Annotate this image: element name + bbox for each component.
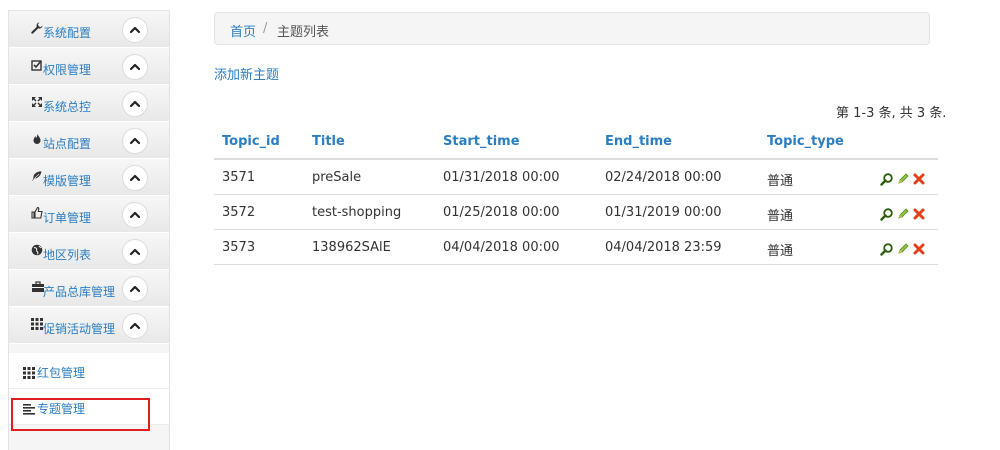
breadcrumb-current: 主题列表 [277, 25, 330, 40]
chevron-up-icon[interactable] [122, 313, 148, 339]
sidebar-item-label: 权限管理 [43, 63, 92, 77]
sidebar-submenu: 红包管理 专题管理 [9, 353, 169, 425]
topic-table: Topic_id Title Start_time End_time Topic… [214, 124, 938, 265]
column-header-topic-id[interactable]: Topic_id [222, 134, 280, 149]
breadcrumb-separator: / [263, 21, 268, 36]
column-header-title[interactable]: Title [312, 134, 345, 149]
table-row: 3572 test-shopping 01/25/2018 00:00 01/31/2… [214, 195, 938, 230]
cell-title: preSale [312, 170, 362, 185]
add-topic-link[interactable]: 添加新主题 [214, 64, 279, 83]
table-header-row: Topic_id Title Start_time End_time Topic… [214, 124, 938, 160]
fullscreen-icon [31, 96, 43, 108]
chevron-up-icon[interactable] [122, 128, 148, 154]
table-row: 3571 preSale 01/31/2018 00:00 02/24/2018 00… [214, 160, 938, 195]
sidebar-item-1[interactable]: 权限管理 [9, 48, 169, 85]
chevron-up-icon[interactable] [122, 276, 148, 302]
pager-summary: 第 1-3 条, 共 3 条. [836, 106, 947, 121]
delete-icon[interactable] [912, 172, 926, 186]
sidebar-subitem-1[interactable]: 专题管理 [9, 389, 169, 425]
sidebar-subitem-label: 红包管理 [37, 366, 86, 380]
sidebar-subitem-label: 专题管理 [37, 402, 86, 416]
edit-icon[interactable] [896, 242, 910, 256]
fire-icon [31, 133, 43, 145]
chevron-up-icon[interactable] [122, 239, 148, 265]
sidebar-subitem-0[interactable]: 红包管理 [9, 353, 169, 389]
cell-topic-id: 3571 [222, 170, 256, 185]
sidebar-item-7[interactable]: 产品总库管理 [9, 270, 169, 307]
cell-title: test-shopping [312, 205, 402, 220]
table-row: 3573 138962SAlE 04/04/2018 00:00 04/04/2018… [214, 230, 938, 265]
sidebar-item-2[interactable]: 系统总控 [9, 85, 169, 122]
delete-icon[interactable] [912, 207, 926, 221]
sidebar: 系统配置权限管理系统总控站点配置模版管理订单管理地区列表产品总库管理 促销活动管理… [8, 10, 170, 450]
sidebar-item-5[interactable]: 订单管理 [9, 196, 169, 233]
edit-icon[interactable] [896, 207, 910, 221]
column-header-topic-type[interactable]: Topic_type [767, 134, 844, 149]
thumbs-up-icon [31, 206, 43, 219]
cell-topic-id: 3573 [222, 240, 256, 255]
grid-icon [23, 367, 35, 383]
column-header-end-time[interactable]: End_time [605, 134, 672, 149]
cell-start-time: 01/25/2018 00:00 [443, 205, 560, 220]
breadcrumb: 首页 / 主题列表 [214, 12, 930, 45]
chevron-up-icon[interactable] [122, 91, 148, 117]
search-icon[interactable] [880, 242, 894, 256]
globe-icon [31, 244, 43, 256]
sidebar-item-8[interactable]: 促销活动管理 [9, 307, 169, 344]
sidebar-item-label: 订单管理 [43, 211, 92, 225]
breadcrumb-home-link[interactable]: 首页 [230, 21, 256, 40]
align-left-icon [23, 403, 35, 419]
search-icon[interactable] [880, 207, 894, 221]
sidebar-item-label: 系统总控 [43, 100, 92, 114]
sidebar-item-6[interactable]: 地区列表 [9, 233, 169, 270]
sidebar-item-3[interactable]: 站点配置 [9, 122, 169, 159]
cell-title: 138962SAlE [312, 240, 391, 255]
cell-end-time: 04/04/2018 23:59 [605, 240, 722, 255]
delete-icon[interactable] [912, 242, 926, 256]
sidebar-item-label: 模版管理 [43, 174, 92, 188]
chevron-up-icon[interactable] [122, 202, 148, 228]
briefcase-icon [31, 281, 44, 293]
sidebar-item-label: 产品总库管理 [43, 285, 116, 299]
cell-end-time: 01/31/2019 00:00 [605, 205, 722, 220]
search-icon[interactable] [880, 172, 894, 186]
check-square-icon [31, 59, 43, 71]
cell-start-time: 04/04/2018 00:00 [443, 240, 560, 255]
cell-topic-type: 普通 [767, 174, 794, 189]
cell-end-time: 02/24/2018 00:00 [605, 170, 722, 185]
wrench-icon [31, 22, 43, 34]
sidebar-item-label: 促销活动管理 [43, 322, 116, 336]
cell-start-time: 01/31/2018 00:00 [443, 170, 560, 185]
sidebar-item-label: 地区列表 [43, 248, 92, 262]
column-header-start-time[interactable]: Start_time [443, 134, 520, 149]
sidebar-item-label: 系统配置 [43, 26, 92, 40]
chevron-up-icon[interactable] [122, 17, 148, 43]
sidebar-item-0[interactable]: 系统配置 [9, 11, 169, 48]
chevron-up-icon[interactable] [122, 165, 148, 191]
cell-topic-type: 普通 [767, 244, 794, 259]
edit-icon[interactable] [896, 172, 910, 186]
cell-topic-id: 3572 [222, 205, 256, 220]
chevron-up-icon[interactable] [122, 54, 148, 80]
cell-topic-type: 普通 [767, 209, 794, 224]
grid-icon [31, 318, 43, 330]
leaf-icon [31, 170, 43, 182]
sidebar-item-label: 站点配置 [43, 137, 92, 151]
sidebar-item-4[interactable]: 模版管理 [9, 159, 169, 196]
